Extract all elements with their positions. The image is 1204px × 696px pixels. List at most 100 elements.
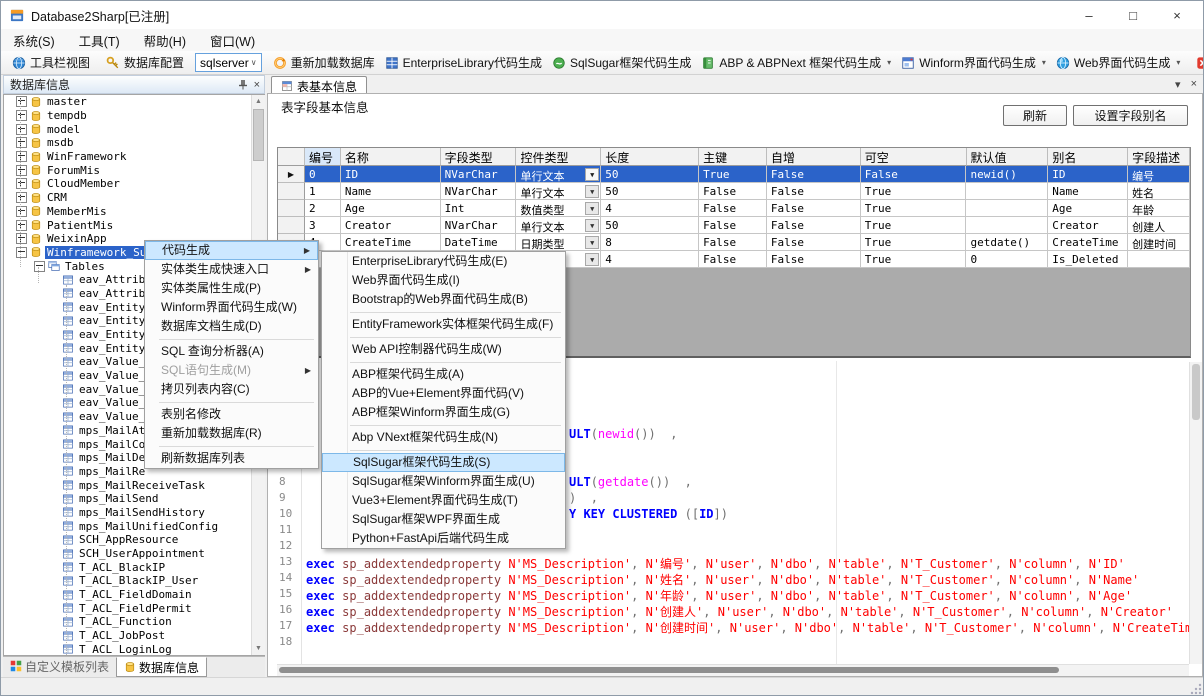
grid-cell[interactable]: True (699, 166, 767, 183)
grid-cell[interactable]: True (861, 251, 967, 268)
grid-row[interactable]: 1NameNVarChar单行文本▼50FalseFalseTrueName姓名 (278, 183, 1190, 200)
submenu-item[interactable]: SqlSugar框架WPF界面生成 (322, 510, 565, 529)
tree-item-SCH_UserAppointment[interactable]: SCH_UserAppointment (4, 547, 264, 561)
refresh-button[interactable]: 刷新 (1003, 105, 1067, 126)
submenu-item[interactable]: SqlSugar框架代码生成(S) (322, 453, 565, 472)
tree-item-PatientMis[interactable]: PatientMis (4, 218, 264, 232)
context-menu-item[interactable]: 代码生成▶ (145, 241, 318, 260)
grid-cell[interactable]: 单行文本▼ (516, 166, 601, 183)
submenu-item[interactable]: Abp VNext框架代码生成(N) (322, 428, 565, 447)
combo-dropdown-icon[interactable]: ▼ (585, 236, 599, 249)
grid-row[interactable]: 3CreatorNVarChar单行文本▼50FalseFalseTrueCre… (278, 217, 1190, 234)
tree-item-tempdb[interactable]: tempdb (4, 109, 264, 123)
context-menu-item[interactable]: 刷新数据库列表 (145, 449, 318, 468)
grid-cell[interactable]: 单行文本▼ (516, 217, 601, 234)
grid-cell[interactable]: 姓名 (1128, 183, 1190, 200)
grid-cell[interactable]: getdate() (966, 234, 1048, 251)
tree-item-T_ACL_JobPost[interactable]: T_ACL_JobPost (4, 629, 264, 643)
scroll-down-arrow[interactable]: ▼ (252, 642, 265, 655)
combo-dropdown-icon[interactable]: ▼ (585, 185, 599, 198)
toolbar-button-reload[interactable]: 重新加载数据库 (268, 52, 380, 73)
grid-column-header[interactable]: 自增 (767, 148, 861, 166)
grid-cell[interactable]: Age (1048, 200, 1128, 217)
grid-cell[interactable]: 数值类型▼ (516, 200, 601, 217)
grid-cell[interactable]: newid() (966, 166, 1048, 183)
minimize-button[interactable]: – (1067, 1, 1111, 29)
expand-icon[interactable] (16, 233, 27, 244)
code-horizontal-scrollbar[interactable] (277, 664, 1189, 676)
submenu-item[interactable]: SqlSugar框架Winform界面生成(U) (322, 472, 565, 491)
grid-cell[interactable]: CreateTime (1048, 234, 1128, 251)
grid-cell[interactable]: ID (1048, 166, 1128, 183)
toolbar-button-globe[interactable]: 工具栏视图 (7, 52, 95, 73)
grid-cell[interactable]: True (861, 200, 967, 217)
grid-cell[interactable]: 50 (601, 217, 699, 234)
grid-row-header[interactable]: ▶ (278, 166, 305, 183)
expand-icon[interactable] (16, 165, 27, 176)
grid-cell[interactable]: False (767, 217, 861, 234)
grid-cell[interactable]: Age (341, 200, 441, 217)
toolbar-button-winform[interactable]: Winform界面代码生成▾ (896, 52, 1051, 73)
submenu-item[interactable]: Bootstrap的Web界面代码生成(B) (322, 290, 565, 309)
collapse-icon[interactable] (34, 261, 45, 272)
context-menu-item[interactable]: 拷贝列表内容(C) (145, 380, 318, 399)
tree-item-T_ACL_BlackIP_User[interactable]: T_ACL_BlackIP_User (4, 574, 264, 588)
tree-item-T_ACL_Function[interactable]: T_ACL_Function (4, 615, 264, 629)
grid-cell[interactable]: 8 (601, 234, 699, 251)
context-menu-item[interactable]: 实体类生成快速入口▶ (145, 260, 318, 279)
tree-item-T_ACL_FieldDomain[interactable]: T_ACL_FieldDomain (4, 588, 264, 602)
tree-item-SCH_AppResource[interactable]: SCH_AppResource (4, 533, 264, 547)
combo-dropdown-icon[interactable]: ▼ (585, 219, 599, 232)
tree-item-CRM[interactable]: CRM (4, 191, 264, 205)
grid-row-header[interactable] (278, 217, 305, 234)
code-vertical-scrollbar[interactable] (1189, 362, 1202, 664)
grid-cell[interactable]: 单行文本▼ (516, 183, 601, 200)
scroll-up-arrow[interactable]: ▲ (252, 95, 265, 108)
grid-cell[interactable]: Int (441, 200, 517, 217)
combo-dropdown-icon[interactable]: ▼ (585, 202, 599, 215)
grid-cell[interactable] (966, 200, 1048, 217)
grid-cell[interactable]: False (699, 251, 767, 268)
grid-column-header[interactable]: 长度 (601, 148, 699, 166)
grid-column-header[interactable]: 可空 (861, 148, 967, 166)
grid-cell[interactable]: True (861, 217, 967, 234)
grid-row[interactable]: 4CreateTimeDateTime日期类型▼8FalseFalseTrueg… (278, 234, 1190, 251)
grid-cell[interactable]: 1 (305, 183, 341, 200)
context-menu-item[interactable]: 数据库文档生成(D) (145, 317, 318, 336)
grid-cell[interactable]: False (767, 234, 861, 251)
submenu-item[interactable]: Vue3+Element界面代码生成(T) (322, 491, 565, 510)
close-button[interactable]: × (1155, 1, 1199, 29)
collapse-icon[interactable] (16, 247, 27, 258)
grid-cell[interactable]: NVarChar (441, 183, 517, 200)
toolbar-button-web-globe[interactable]: Web界面代码生成▾ (1051, 52, 1185, 73)
grid-column-header[interactable]: 名称 (341, 148, 441, 166)
grid-cell[interactable] (1128, 251, 1190, 268)
expand-icon[interactable] (16, 151, 27, 162)
submenu-item[interactable]: ABP框架Winform界面生成(G) (322, 403, 565, 422)
tree-item-mps_MailSendHistory[interactable]: mps_MailSendHistory (4, 506, 264, 520)
expand-icon[interactable] (16, 137, 27, 148)
grid-column-header[interactable]: 控件类型 (516, 148, 601, 166)
grid-cell[interactable]: Is_Deleted (1048, 251, 1128, 268)
expand-icon[interactable] (16, 96, 27, 107)
combo-dropdown-icon[interactable]: ▼ (585, 253, 599, 266)
grid-cell[interactable] (966, 217, 1048, 234)
grid-cell[interactable]: True (861, 183, 967, 200)
grid-row[interactable]: 2AgeInt数值类型▼4FalseFalseTrueAge年龄 (278, 200, 1190, 217)
expand-icon[interactable] (16, 110, 27, 121)
submenu-item[interactable]: EnterpriseLibrary代码生成(E) (322, 252, 565, 271)
grid-cell[interactable]: 0 (305, 166, 341, 183)
grid-cell[interactable]: True (861, 234, 967, 251)
grid-cell[interactable]: False (699, 183, 767, 200)
grid-cell[interactable]: 0 (966, 251, 1048, 268)
grid-column-header[interactable]: 别名 (1048, 148, 1128, 166)
grid-cell[interactable] (966, 183, 1048, 200)
menubar-item[interactable]: 系统(S) (1, 29, 67, 52)
db-type-combo[interactable]: sqlserver∨ (195, 53, 262, 72)
grid-cell[interactable]: 年龄 (1128, 200, 1190, 217)
grid-cell[interactable]: False (767, 183, 861, 200)
toolbar-button-book[interactable]: ABP & ABPNext 框架代码生成▾ (696, 52, 896, 73)
grid-column-header[interactable]: 编号 (305, 148, 341, 166)
context-menu-item[interactable]: SQL 查询分析器(A) (145, 342, 318, 361)
grid-column-header[interactable]: 默认值 (967, 148, 1049, 166)
